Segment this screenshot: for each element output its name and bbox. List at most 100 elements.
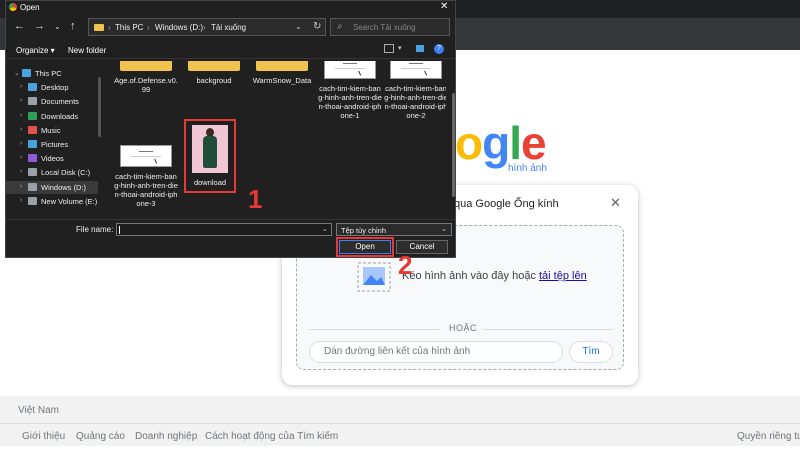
sidebar-item-music[interactable]: › Music [6,124,98,137]
folder-search-input[interactable]: ⌕ Search Tải xuống [330,18,450,36]
close-icon[interactable]: ✕ [440,1,448,12]
step-2-annotation: 2 [398,250,413,280]
chevron-down-icon[interactable]: ⌄ [14,69,20,77]
up-arrow-icon[interactable]: ↑ [70,20,76,32]
music-icon [28,125,37,134]
drive-icon [28,168,37,177]
file-list-scrollbar[interactable] [452,93,455,197]
sidebar-item-label: Downloads [41,111,79,121]
file-name: cach-tim-kiem-bang-hinh-anh-tren-dien-th… [318,84,382,120]
sidebar-item-new-volume-e[interactable]: › New Volume (E:) [6,195,98,208]
file-item[interactable]: cach-tim-kiem-bang-hinh-anh-tren-dien-th… [318,61,382,120]
chevron-right-icon[interactable]: › [20,112,22,119]
search-button[interactable]: Tìm [569,341,613,363]
footer-link-privacy[interactable]: Quyền riêng tư [737,431,800,442]
open-button[interactable]: Open [336,237,394,257]
preview-pane-icon[interactable] [416,45,424,52]
chevron-right-icon[interactable]: › [20,168,22,175]
folder-item[interactable]: Age.of.Defense.v0.99 [114,61,178,94]
footer-country: Việt Nam [18,405,59,416]
downloads-icon [28,111,37,120]
sidebar-item-this-pc[interactable]: ⌄ This PC [6,67,98,80]
dialog-title: Open [20,3,40,12]
chevron-down-icon: ⌄ [441,226,447,233]
sidebar-item-label: This PC [35,69,62,78]
footer-link-about[interactable]: Giới thiệu [22,431,65,442]
divider-line [309,329,439,330]
file-item[interactable]: download [184,119,236,193]
footer-link-ads[interactable]: Quảng cáo [76,431,125,442]
folder-item[interactable]: backgroud [182,61,246,85]
monitor-icon [22,69,31,77]
sidebar-item-label: Music [41,125,61,135]
file-type-select[interactable]: Tệp tùy chỉnh ⌄ [336,223,452,236]
sidebar-item-videos[interactable]: › Videos [6,152,98,165]
back-arrow-icon[interactable]: ← [14,20,25,32]
folder-icon [120,61,172,71]
folder-item[interactable]: WarmSnow_Data [250,61,314,85]
chrome-icon [9,3,17,11]
chevron-right-icon[interactable]: › [20,140,22,147]
sidebar-item-label: Local Disk (C:) [41,168,91,178]
command-bar: Organize ▾ New folder ▾ ? [6,41,455,59]
forward-arrow-icon[interactable]: → [34,20,45,32]
footer-link-how-search-works[interactable]: Cách hoạt động của Tìm kiếm [205,431,338,442]
file-name: WarmSnow_Data [252,76,312,85]
new-folder-button[interactable]: New folder [68,46,106,55]
sidebar-item-documents[interactable]: › Documents [6,95,98,108]
footer-link-business[interactable]: Doanh nghiệp [135,431,197,442]
file-name-label: File name: [76,225,114,234]
lens-card-title: qua Google Ống kính [454,198,559,210]
logo-letter: o [455,117,483,169]
chevron-down-icon[interactable]: ▾ [398,44,402,52]
logo-letter: g [482,117,510,169]
refresh-icon[interactable]: ↻ [313,21,321,32]
sidebar-scrollbar[interactable] [98,77,101,137]
sidebar-item-label: New Volume (E:) [41,196,98,206]
sidebar-item-downloads[interactable]: › Downloads [6,110,98,123]
footer-country-bar: Việt Nam [0,396,800,424]
videos-icon [28,154,37,163]
breadcrumb-tai-xuong[interactable]: Tải xuống [211,23,246,32]
help-icon[interactable]: ? [434,44,444,54]
sidebar-item-desktop[interactable]: › Desktop [6,81,98,94]
file-name: backgroud [196,76,232,85]
google-logo-subtitle: hình ảnh [508,163,547,174]
chevron-right-icon[interactable]: › [20,183,22,190]
organize-menu[interactable]: Organize ▾ [16,46,55,55]
image-thumbnail [324,61,376,79]
breadcrumb-this-pc[interactable]: This PC [115,23,143,32]
sidebar-item-local-disk-c[interactable]: › Local Disk (C:) [6,166,98,179]
drive-icon [28,182,37,191]
view-options-icon[interactable] [384,44,394,53]
close-icon[interactable]: ✕ [610,195,621,211]
sidebar-item-label: Videos [41,154,64,164]
chevron-right-icon[interactable]: › [20,83,22,90]
sidebar-item-pictures[interactable]: › Pictures [6,138,98,151]
chevron-right-icon[interactable]: › [20,154,22,161]
or-divider: HOẶC [309,322,613,336]
chevron-down-icon[interactable]: ⌄ [295,22,302,31]
folder-icon [188,61,240,71]
image-url-input[interactable]: Dán đường liên kết của hình ảnh [309,341,563,363]
file-name: download [193,178,227,187]
file-item[interactable]: cach-tim-kiem-bang-hinh-anh-tren-dien-th… [114,145,178,208]
chevron-down-icon[interactable]: ⌄ [54,22,61,31]
sidebar-item-label: Windows (D:) [41,182,87,192]
sidebar-item-windows-d[interactable]: › Windows (D:) [6,180,98,194]
divider-line [483,329,613,330]
dialog-title-bar: Open ✕ [6,1,455,13]
navigation-bar: ← → ⌄ ↑ › This PC › Windows (D:) › Tải x… [6,15,455,39]
drop-text: Kéo hình ảnh vào đây hoặc [402,270,539,282]
chevron-right-icon: › [203,23,206,32]
file-name-input[interactable]: ⌄ [116,223,332,236]
breadcrumb-windows-d[interactable]: Windows (D:) [155,23,203,32]
address-bar[interactable]: › This PC › Windows (D:) › Tải xuống ⌄ ↻ [88,18,326,36]
chevron-right-icon[interactable]: › [20,197,22,204]
chevron-down-icon[interactable]: ⌄ [322,225,328,233]
chevron-right-icon[interactable]: › [20,97,22,104]
upload-file-link[interactable]: tải tệp lên [539,270,587,282]
sidebar-item-label: Desktop [41,83,69,93]
file-item[interactable]: cach-tim-kiem-bang-hinh-anh-tren-dien-th… [384,61,446,120]
chevron-right-icon[interactable]: › [20,126,22,133]
